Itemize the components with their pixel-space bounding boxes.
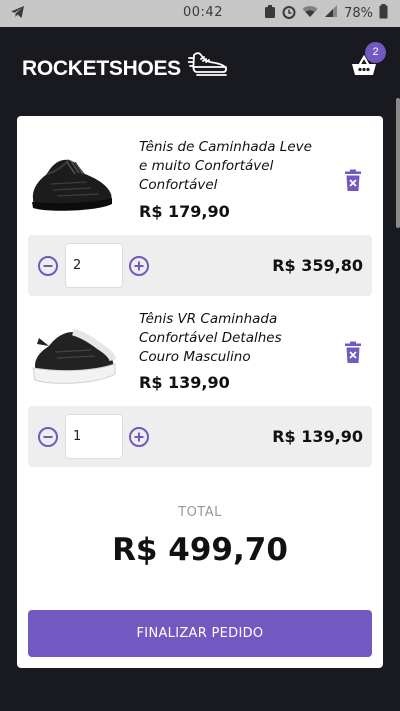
increment-button[interactable] — [128, 426, 150, 448]
cart-item: Tênis VR Caminhada Confortável Detalhes … — [17, 302, 383, 412]
cart-count-badge: 2 — [365, 42, 386, 63]
delete-item-button[interactable] — [343, 169, 363, 193]
battery-icon — [379, 4, 388, 23]
product-price: R$ 139,90 — [139, 373, 230, 392]
quantity-row: 1 R$ 139,90 — [28, 406, 372, 467]
quantity-input[interactable]: 2 — [65, 243, 123, 288]
brand-logo[interactable]: ROCKETSHOES — [22, 57, 181, 81]
telegram-icon — [10, 5, 25, 23]
plus-circle-icon — [128, 256, 150, 281]
basket-icon — [351, 54, 377, 81]
wifi-icon — [302, 5, 318, 22]
decrement-button[interactable] — [37, 426, 59, 448]
app-header: ROCKETSHOES 2 — [0, 27, 400, 107]
product-image — [29, 316, 117, 394]
increment-button[interactable] — [128, 255, 150, 277]
total-label: TOTAL — [178, 505, 222, 520]
checkout-button[interactable]: FINALIZAR PEDIDO — [28, 610, 372, 657]
trash-icon — [343, 169, 363, 197]
battery-percentage: 78% — [344, 6, 373, 21]
product-title: Tênis de Caminhada Leve e muito Confortá… — [139, 139, 312, 193]
signal-icon — [324, 5, 338, 22]
minus-circle-icon — [37, 256, 59, 281]
product-title: Tênis VR Caminhada Confortável Detalhes … — [139, 311, 282, 365]
item-subtotal: R$ 139,90 — [272, 427, 363, 446]
minus-circle-icon — [37, 427, 59, 452]
plus-circle-icon — [128, 427, 150, 452]
trash-icon — [343, 341, 363, 369]
item-subtotal: R$ 359,80 — [272, 256, 363, 275]
quantity-input[interactable]: 1 — [65, 414, 123, 459]
decrement-button[interactable] — [37, 255, 59, 277]
product-image — [29, 144, 117, 222]
cart-card: Tênis de Caminhada Leve e muito Confortá… — [17, 116, 383, 668]
cart-item: Tênis de Caminhada Leve e muito Confortá… — [17, 130, 383, 240]
status-time: 00:42 — [183, 5, 223, 20]
total-value: R$ 499,70 — [112, 532, 288, 568]
alarm-icon — [282, 5, 296, 23]
scrollbar[interactable] — [396, 98, 400, 228]
status-bar: 00:42 78% — [0, 0, 400, 27]
delete-item-button[interactable] — [343, 341, 363, 365]
notification-icon — [264, 4, 276, 23]
running-shoe-icon — [187, 47, 230, 81]
quantity-row: 2 R$ 359,80 — [28, 235, 372, 296]
product-price: R$ 179,90 — [139, 202, 230, 221]
